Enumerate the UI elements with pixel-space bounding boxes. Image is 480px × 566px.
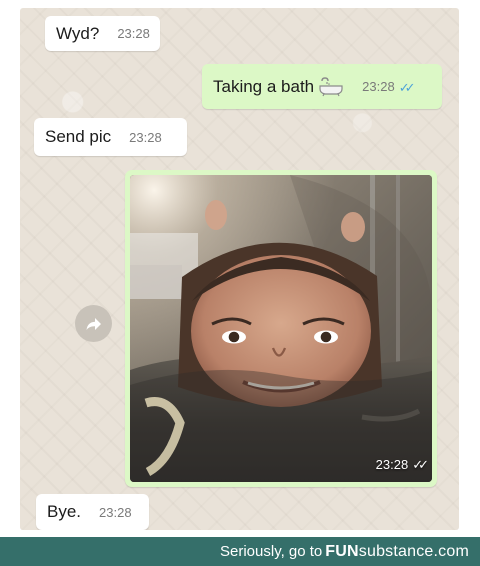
message-time: 23:28 <box>129 129 162 145</box>
message-text: Taking a bath <box>213 76 315 96</box>
footer-banner: Seriously, go to FUNsubstance.com <box>0 537 480 566</box>
chat-screen: Wyd? 23:28 Taking a bath 23:28 ✓✓ Send p… <box>20 8 459 530</box>
message-wyd[interactable]: Wyd? 23:28 <box>45 16 160 51</box>
message-text: Wyd? <box>56 23 100 43</box>
footer-text: Seriously, go to <box>220 543 323 560</box>
message-taking-a-bath[interactable]: Taking a bath 23:28 ✓✓ <box>202 64 442 109</box>
message-meta: 23:28 <box>129 131 162 144</box>
read-ticks-icon: ✓✓ <box>412 457 429 472</box>
message-time: 23:28 <box>99 504 132 520</box>
message-text-wrap: Taking a bath <box>213 77 344 97</box>
photo-time: 23:28 <box>375 456 409 472</box>
photo-meta: 23:28 ✓✓ <box>375 456 429 473</box>
image-message[interactable]: 23:28 ✓✓ <box>125 170 437 487</box>
message-text: Bye. <box>47 502 82 521</box>
bath-selfie-photo[interactable]: 23:28 ✓✓ <box>130 175 432 482</box>
message-time: 23:28 <box>362 79 395 94</box>
funsubstance-logo[interactable]: FUNsubstance.com <box>325 543 469 561</box>
read-ticks-icon: ✓✓ <box>398 80 416 95</box>
message-meta: 23:28 <box>117 27 150 40</box>
share-arrow-icon <box>86 317 101 330</box>
message-bye[interactable]: Bye. 23:28 <box>36 494 149 530</box>
bath-selfie-illustration <box>130 175 432 482</box>
logo-domain: .com <box>433 542 469 560</box>
message-text: Send pic <box>45 127 112 146</box>
forward-button[interactable] <box>75 305 112 342</box>
message-send-pic[interactable]: Send pic 23:28 <box>34 118 187 156</box>
logo-fun: FUN <box>325 542 359 560</box>
bathtub-emoji-icon <box>319 76 343 96</box>
logo-substance: substance <box>358 542 434 560</box>
message-meta: 23:28 ✓✓ <box>362 79 416 95</box>
message-time: 23:28 <box>117 26 150 41</box>
message-meta: 23:28 <box>99 506 132 519</box>
